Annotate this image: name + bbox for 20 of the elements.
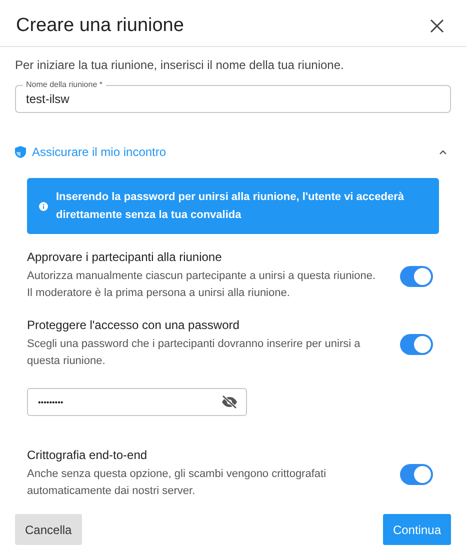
option-title: Approvare i partecipanti alla riunione: [27, 250, 223, 264]
option-title: Proteggere l'accesso con una password: [27, 318, 240, 332]
option-title: Crittografia end-to-end: [27, 448, 148, 462]
toggle-switch[interactable]: [400, 266, 433, 286]
cancel-button[interactable]: Cancella: [15, 514, 82, 545]
shield-icon: [15, 146, 26, 158]
option-description: Scegli una password che i partecipanti dovranno inserire per unirsi a questa riunione.: [27, 337, 362, 369]
toggle-switch[interactable]: [400, 334, 433, 354]
option-description: Anche senza questa opzione, gli scambi vengono crittografati automaticamente dai nostri server.: [27, 467, 328, 499]
close-icon[interactable]: [430, 18, 444, 32]
option-description: Autorizza manualmente ciascun partecipante a unirsi a questa riunione. Il moderatore è la prima persona a unirsi alla riunione.: [27, 269, 377, 301]
info-text: Inserendo la password per unirsi alla riunione, l'utente vi accederà direttamente senza la tua convalida: [56, 190, 406, 223]
password-field[interactable]: •••••••••: [27, 388, 247, 416]
dialog-title: Creare una riunione: [16, 14, 184, 36]
info-icon: [39, 200, 48, 212]
eye-off-icon[interactable]: [221, 395, 238, 409]
field-label: Nome della riunione *: [23, 80, 106, 90]
caret-icon: [439, 150, 447, 154]
toggle-switch[interactable]: [400, 464, 433, 484]
intro-text: Per iniziare la tua riunione, inserisci il nome della tua riunione.: [15, 58, 345, 72]
